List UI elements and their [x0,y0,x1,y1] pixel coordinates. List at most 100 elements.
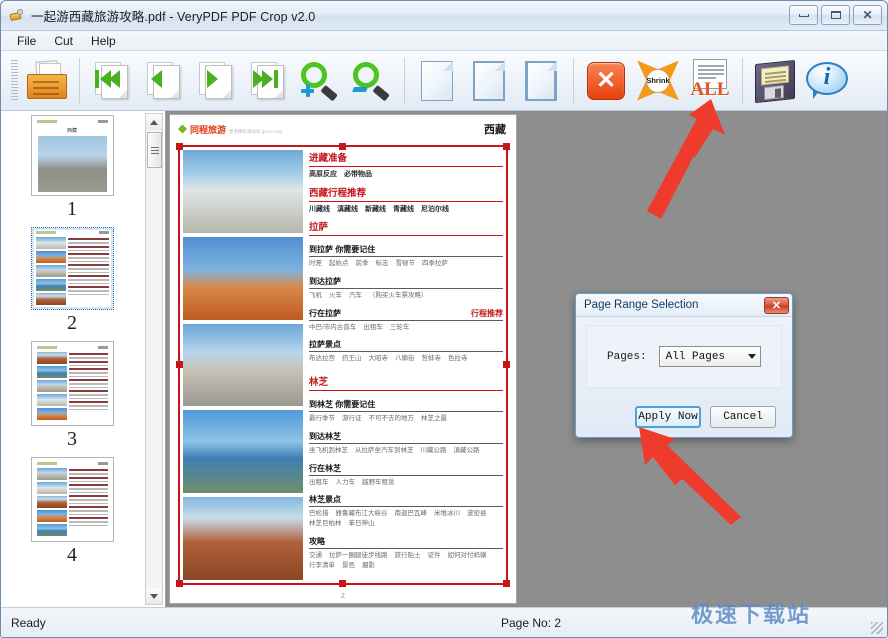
thumbnail-number: 1 [67,198,77,221]
crop-handle-bottom-center[interactable] [339,580,346,587]
toolbar-grip[interactable] [11,60,18,102]
thumbnail-page-4[interactable] [31,457,114,542]
scroll-down-icon[interactable] [146,588,162,604]
section-heading: 林芝 [309,374,503,391]
thumbnail-item-2[interactable]: 2 [1,227,143,341]
main-toolbar: ✕ Shrink ALL [1,51,887,111]
section-item: 游行证 [342,414,362,424]
pages-dropdown-value: All Pages [666,351,725,363]
delete-button[interactable]: ✕ [580,54,632,108]
section-item: 巴松措 [309,509,329,519]
section-item: 南迦巴瓦峰 [395,509,428,519]
menu-cut[interactable]: Cut [46,32,81,50]
section-subheading: 攻略 [309,536,503,549]
dialog-close-button[interactable]: ✕ [764,297,789,314]
resize-grip[interactable] [871,622,883,634]
pdf-photo [183,497,303,580]
pdf-section: 行在拉萨 行程推荐 中巴/市内古普车 出租车 三轮车 [309,305,503,335]
pdf-section: 西藏行程推荐 川藏线 滇藏线 新藏线 青藏线 尼泊尔线 [309,185,503,218]
maximize-button[interactable] [821,5,850,25]
pages-label: Pages: [607,351,647,363]
menu-file[interactable]: File [9,32,44,50]
scroll-up-icon[interactable] [146,114,162,130]
fit-height-button[interactable] [515,54,567,108]
next-page-button[interactable] [190,54,242,108]
apply-now-button[interactable]: Apply Now [635,406,701,428]
crop-handle-bottom-right[interactable] [503,580,510,587]
crop-handle-top-center[interactable] [339,143,346,150]
minimize-button[interactable] [789,5,818,25]
magnifier-plus-icon [299,61,341,101]
shrink-button[interactable]: Shrink [632,54,684,108]
section-item: 时差 [309,259,322,269]
section-item: 如何对付蚂蟥 [448,551,487,561]
thumbnail-item-3[interactable]: 3 [1,341,143,457]
section-item: 最行季节 [309,414,335,424]
menu-help[interactable]: Help [83,32,124,50]
fit-width-button[interactable] [463,54,515,108]
section-item: 坐飞机到林芝 [309,446,348,456]
section-subheading: 拉萨景点 [309,339,503,352]
close-window-button[interactable]: ✕ [853,5,882,25]
pdf-body-columns: 进藏准备 高原反应 必带物品 西藏行程推荐 川藏线 [180,147,506,583]
about-button[interactable]: i [801,54,853,108]
scrollbar-thumb[interactable] [147,132,162,168]
thumbnail-page-3[interactable] [31,341,114,426]
previous-page-button[interactable] [138,54,190,108]
section-item: 汽车 [349,291,362,301]
status-message: Ready [1,616,301,630]
page-range-selection-dialog[interactable]: Page Range Selection ✕ Pages: All Pages … [575,293,793,438]
pdf-page-header: 同程旅游 更多精彩请访问 go.LY.com 西藏 [170,115,516,143]
thumbnail-item-1[interactable]: 西藏 1 [1,115,143,227]
last-page-button[interactable] [242,54,294,108]
pdf-text-column: 进藏准备 高原反应 必带物品 西藏行程推荐 川藏线 [307,150,503,580]
section-subheading-right: 行程推荐 [471,308,503,319]
shrink-icon: Shrink [637,61,679,101]
crop-handle-middle-right[interactable] [503,361,510,368]
thumbnail-scrollbar[interactable] [145,113,163,605]
pdf-section: 拉萨景点 布达拉宫 药王山 大昭寺 八廓街 哲蚌寺 色拉寺 [309,336,503,366]
section-item: 拉萨一圈腿徒步线路 [329,551,388,561]
pages-dropdown[interactable]: All Pages [659,346,761,367]
section-item: 川藏公路 [421,446,447,456]
first-page-button[interactable] [86,54,138,108]
chevron-down-icon [748,354,756,359]
pdf-section: 行在林芝 出租车 人力车 越野车租赁 [309,460,503,490]
crop-selection-rectangle[interactable]: 进藏准备 高原反应 必带物品 西藏行程推荐 川藏线 [178,145,508,585]
pdf-section: 进藏准备 高原反应 必带物品 [309,150,503,183]
crop-handle-bottom-left[interactable] [176,580,183,587]
thumbnail-page-1[interactable]: 西藏 [31,115,114,196]
section-item: 色拉寺 [448,354,468,364]
section-item: （购买火车票攻略） [369,291,428,301]
pdf-section: 林芝景点 巴松措 雅鲁藏布江大峡谷 南迦巴瓦峰 米堆冰川 波密县 林芝巨柏林 苯… [309,491,503,531]
section-item: 三轮车 [390,323,410,333]
info-icon: i [806,61,848,101]
pdf-page-canvas[interactable]: 同程旅游 更多精彩请访问 go.LY.com 西藏 [169,114,517,604]
pdf-photo [183,410,303,493]
thumbnail-pane: 西藏 1 [1,111,166,607]
thumbnail-item-4[interactable]: 4 [1,457,143,573]
zoom-in-button[interactable] [294,54,346,108]
section-item: 雅鲁藏布江大峡谷 [336,509,388,519]
section-item: 米堆冰川 [434,509,460,519]
section-items: 布达拉宫 药王山 大昭寺 八廓街 哲蚌寺 色拉寺 [309,354,503,364]
red-x-icon: ✕ [587,62,625,100]
scissors-icon [8,7,25,24]
apply-all-button[interactable]: ALL [684,54,736,108]
dialog-title-text: Page Range Selection [584,299,698,311]
open-file-button[interactable] [21,54,73,108]
fit-page-button[interactable] [411,54,463,108]
crop-handle-top-left[interactable] [176,143,183,150]
thumbnail-page-2[interactable] [31,227,114,310]
toolbar-separator [404,58,405,104]
save-button[interactable] [749,54,801,108]
cancel-button[interactable]: Cancel [710,406,776,428]
zoom-out-button[interactable] [346,54,398,108]
all-pages-icon: ALL [688,59,732,103]
pdf-photo [183,237,303,320]
crop-handle-top-right[interactable] [503,143,510,150]
crop-handle-middle-left[interactable] [176,361,183,368]
section-subheading: 行在林芝 [309,463,503,476]
pdf-section: 到达林芝 坐飞机到林芝 从拉萨坐汽车到林芝 川藏公路 滇藏公路 [309,428,503,458]
menu-bar: File Cut Help [1,31,887,51]
